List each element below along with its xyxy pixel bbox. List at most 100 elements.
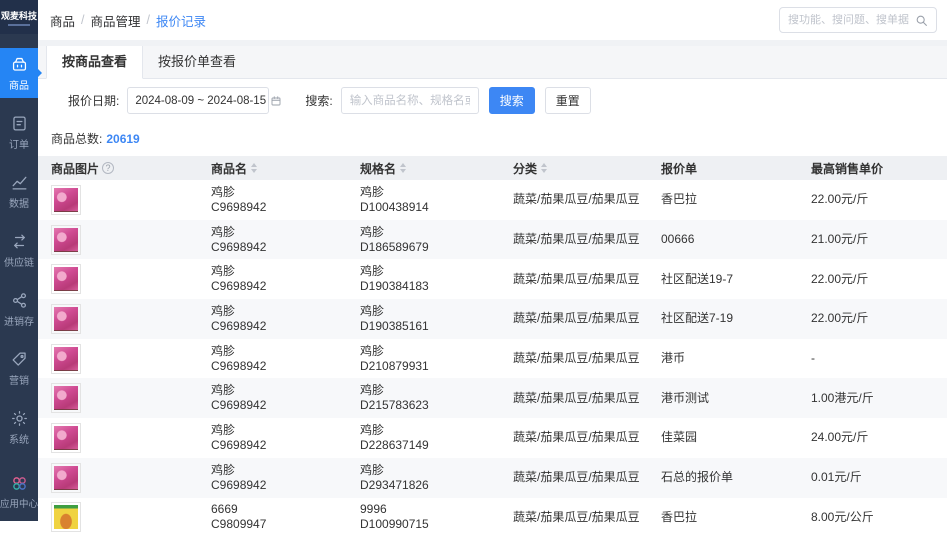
sidebar-item-inventory[interactable]: 进销存: [0, 284, 38, 334]
category: 蔬菜/茄果瓜豆/茄果瓜豆: [513, 192, 640, 207]
product-name-cell: 鸡胗 C9698942: [198, 304, 347, 334]
product-image-cell: [38, 502, 198, 533]
sidebar-item-label: 供应链: [4, 257, 34, 269]
product-image[interactable]: [51, 422, 81, 453]
product-image[interactable]: [51, 462, 81, 493]
breadcrumb-separator: /: [81, 13, 85, 27]
total-count-value[interactable]: 20619: [106, 132, 139, 146]
sidebar-item-orders[interactable]: 订单: [0, 107, 38, 157]
inventory-icon: [12, 292, 26, 308]
quote-sheet: 00666: [661, 232, 695, 247]
breadcrumb-separator: /: [146, 13, 150, 27]
spec-code: D293471826: [360, 477, 429, 492]
category-cell: 蔬菜/茄果瓜豆/茄果瓜豆: [500, 510, 648, 525]
sidebar-item-system[interactable]: 系统: [0, 402, 38, 452]
max-price-cell: 22.00元/斤: [798, 311, 947, 326]
total-count-label: 商品总数:: [51, 132, 103, 146]
product-image[interactable]: [51, 343, 81, 374]
sort-icon[interactable]: [251, 163, 258, 173]
column-label: 商品图片: [51, 161, 100, 176]
spec-name: 鸡胗: [360, 343, 385, 358]
tag-icon: [12, 352, 26, 366]
max-price-cell: -: [798, 351, 947, 366]
tab-by-quote-sheet[interactable]: 按报价单查看: [143, 46, 251, 78]
category-cell: 蔬菜/茄果瓜豆/茄果瓜豆: [500, 391, 648, 406]
quote-sheet-cell: 港币: [648, 351, 798, 366]
sidebar-item-data[interactable]: 数据: [0, 166, 38, 216]
spec-name: 9996: [360, 502, 387, 517]
col-max-price: 最高销售单价: [798, 160, 947, 177]
view-tabs: 按商品查看 按报价单查看: [38, 46, 947, 79]
app-window: 观麦科技 商品 订单 数据 供应链 进销存 营销 系统 应用中心 商品 / 商品…: [0, 0, 947, 538]
date-range-picker[interactable]: 2024-08-09 ~ 2024-08-15: [127, 87, 281, 114]
product-search-input[interactable]: [340, 87, 479, 114]
spec-code: D210879931: [360, 358, 429, 373]
max-price: 24.00元/斤: [811, 430, 869, 445]
chart-icon: [12, 176, 26, 189]
sidebar: 观麦科技 商品 订单 数据 供应链 进销存 营销 系统 应用中心: [0, 0, 42, 521]
max-price-cell: 0.01元/斤: [798, 470, 947, 485]
spec-name-cell: 鸡胗 D293471826: [347, 463, 500, 493]
spec-code: D228637149: [360, 437, 429, 452]
max-price: -: [811, 351, 815, 366]
product-image[interactable]: [51, 184, 81, 215]
product-image-cell: [38, 462, 198, 493]
table-row: 鸡胗 C9698942 鸡胗 D228637149 蔬菜/茄果瓜豆/茄果瓜豆 佳…: [38, 418, 947, 458]
table-row: 鸡胗 C9698942 鸡胗 D190385161 蔬菜/茄果瓜豆/茄果瓜豆 社…: [38, 299, 947, 339]
col-category[interactable]: 分类: [500, 160, 648, 177]
order-icon: [12, 116, 26, 130]
max-price-cell: 1.00港元/斤: [798, 391, 947, 406]
table-row: 鸡胗 C9698942 鸡胗 D190384183 蔬菜/茄果瓜豆/茄果瓜豆 社…: [38, 259, 947, 300]
product-code: C9809947: [211, 517, 267, 532]
table-row: 鸡胗 C9698942 鸡胗 D215783623 蔬菜/茄果瓜豆/茄果瓜豆 港…: [38, 378, 947, 419]
product-name-cell: 鸡胗 C9698942: [198, 185, 347, 215]
global-search[interactable]: [779, 7, 937, 33]
product-image[interactable]: [51, 224, 81, 255]
sidebar-item-label: 进销存: [4, 316, 34, 328]
search-button[interactable]: 搜索: [488, 87, 535, 114]
quote-sheet-cell: 石总的报价单: [648, 470, 798, 485]
sidebar-item-app-center[interactable]: 应用中心: [0, 467, 38, 517]
global-search-input[interactable]: [788, 14, 915, 26]
product-name: 鸡胗: [211, 462, 236, 477]
sidebar-item-label: 应用中心: [0, 499, 39, 510]
sidebar-item-supply-chain[interactable]: 供应链: [0, 225, 38, 275]
sort-icon[interactable]: [541, 163, 548, 173]
product-image[interactable]: [51, 502, 81, 533]
breadcrumb-item[interactable]: 商品管理: [91, 11, 141, 30]
product-image[interactable]: [51, 264, 81, 295]
quote-sheet: 港币测试: [661, 390, 710, 405]
date-range-label: 报价日期:: [68, 94, 120, 108]
quote-sheet: 佳菜园: [661, 430, 698, 445]
tab-by-product[interactable]: 按商品查看: [46, 46, 144, 79]
sort-icon[interactable]: [400, 163, 407, 173]
spec-name: 鸡胗: [360, 264, 385, 279]
sidebar-item-goods[interactable]: 商品: [0, 48, 42, 98]
spec-name: 鸡胗: [360, 462, 385, 477]
spec-name-cell: 鸡胗 D190384183: [347, 264, 500, 294]
category: 蔬菜/茄果瓜豆/茄果瓜豆: [513, 470, 640, 485]
help-icon[interactable]: [102, 162, 115, 174]
product-image[interactable]: [51, 303, 81, 334]
col-product-name[interactable]: 商品名: [198, 160, 347, 177]
product-code: C9698942: [211, 437, 267, 452]
product-image[interactable]: [51, 383, 81, 414]
quote-records-table: 商品图片 商品名 规格名 分类 报价单 最高销售单价: [38, 156, 947, 538]
product-code: C9698942: [211, 199, 267, 214]
brand-tagline: [8, 23, 30, 26]
table-row: 鸡胗 C9698942 鸡胗 D293471826 蔬菜/茄果瓜豆/茄果瓜豆 石…: [38, 457, 947, 498]
sidebar-item-marketing[interactable]: 营销: [0, 343, 38, 393]
breadcrumb-item[interactable]: 商品: [50, 11, 75, 30]
category: 蔬菜/茄果瓜豆/茄果瓜豆: [513, 509, 640, 524]
content-card: 按商品查看 按报价单查看 报价日期: 2024-08-09 ~ 2024-08-…: [38, 46, 947, 538]
brand-logo[interactable]: 观麦科技: [0, 0, 38, 34]
product-name: 鸡胗: [211, 383, 236, 398]
col-spec-name[interactable]: 规格名: [347, 160, 500, 177]
reset-button[interactable]: 重置: [544, 87, 591, 114]
max-price: 1.00港元/斤: [811, 390, 874, 405]
product-name: 鸡胗: [211, 264, 236, 279]
spec-code: D100438914: [360, 199, 429, 214]
gear-icon: [11, 410, 27, 426]
product-code: C9698942: [211, 358, 267, 373]
max-price-cell: 21.00元/斤: [798, 232, 947, 247]
